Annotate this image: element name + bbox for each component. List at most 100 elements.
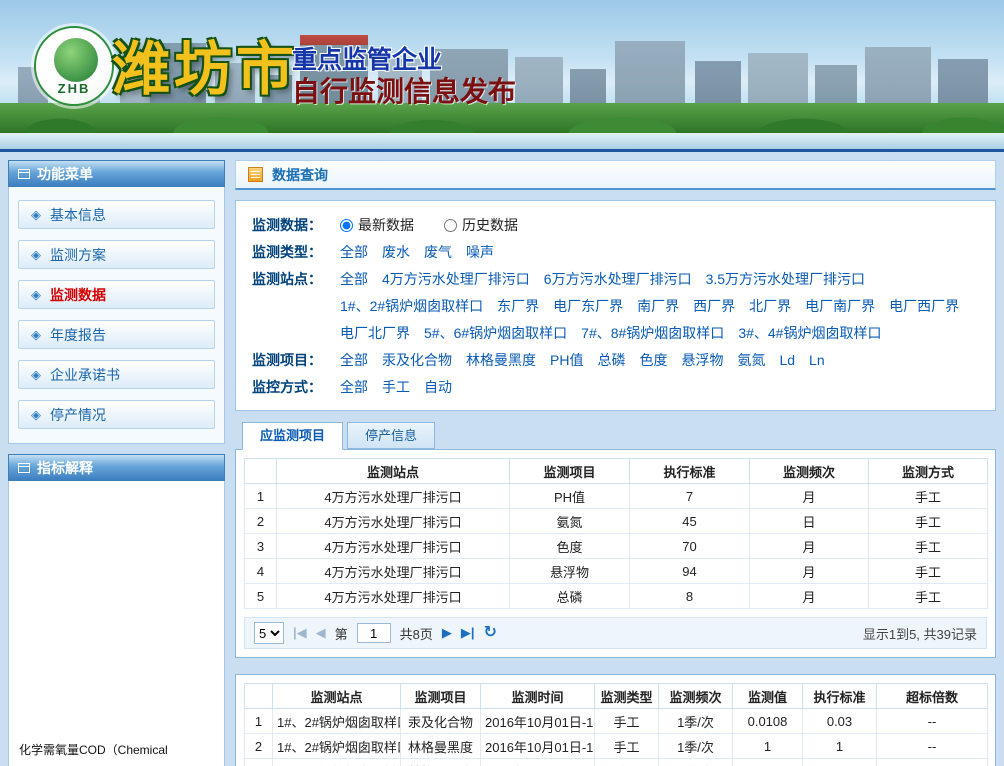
- filter-option-link[interactable]: 废水: [382, 239, 410, 266]
- filter-row-station: 监测站点： 全部4万方污水处理厂排污口6万方污水处理厂排污口3.5万方污水处理厂…: [252, 266, 979, 347]
- column-header: 执行标准: [803, 684, 877, 709]
- table-cell: --: [877, 734, 988, 759]
- radio-option[interactable]: 历史数据: [444, 212, 518, 239]
- filter-option-link[interactable]: 氨氮: [737, 347, 765, 374]
- last-page-button[interactable]: ▶|: [461, 625, 475, 641]
- table-cell: 手工: [869, 484, 988, 509]
- filter-option-link[interactable]: 手工: [382, 374, 410, 401]
- filter-option-link[interactable]: 3.5万方污水处理厂排污口: [706, 266, 865, 293]
- filter-option-link[interactable]: 6万方污水处理厂排污口: [544, 266, 692, 293]
- filter-option-link[interactable]: 3#、4#锅炉烟囱取样口: [738, 320, 881, 347]
- filter-option-link[interactable]: 南厂界: [637, 293, 679, 320]
- table-row: 21#、2#锅炉烟囱取样口林格曼黑度2016年10月01日-12手工1季/次11…: [245, 734, 988, 759]
- column-header: 执行标准: [630, 459, 750, 484]
- function-menu-header: 功能菜单: [8, 160, 225, 187]
- radio-input[interactable]: [340, 219, 353, 232]
- filter-option-link[interactable]: PH值: [550, 347, 583, 374]
- filter-option-link[interactable]: 电厂南厂界: [805, 293, 875, 320]
- sidebar-item[interactable]: ◈监测数据: [18, 280, 215, 309]
- filter-option-link[interactable]: 1#、2#锅炉烟囱取样口: [340, 293, 483, 320]
- table-row: 44万方污水处理厂排污口悬浮物94月手工: [245, 559, 988, 584]
- table-cell: 色度: [510, 534, 630, 559]
- refresh-icon[interactable]: ↻: [484, 625, 497, 641]
- monitoring-items-table: 监测站点监测项目执行标准监测频次监测方式14万方污水处理厂排污口PH值7月手工2…: [244, 458, 988, 609]
- table-cell: 手工: [869, 509, 988, 534]
- filter-option-link[interactable]: 7#、8#锅炉烟囱取样口: [581, 320, 724, 347]
- filter-option-link[interactable]: 总磷: [597, 347, 625, 374]
- filter-option-link[interactable]: Ln: [809, 347, 825, 374]
- filter-method-options: 全部手工自动: [340, 374, 979, 401]
- tab-monitoring-items[interactable]: 应监测项目: [242, 422, 343, 450]
- filter-option-link[interactable]: 废气: [424, 239, 452, 266]
- table-cell: 4万方污水处理厂排污口: [277, 484, 510, 509]
- filter-option-link[interactable]: 全部: [340, 374, 368, 401]
- filter-option-link[interactable]: 东厂界: [497, 293, 539, 320]
- first-page-button[interactable]: |◀: [293, 625, 307, 641]
- next-page-button[interactable]: ▶: [442, 625, 452, 641]
- table-cell: PH值: [510, 484, 630, 509]
- column-header: 监测站点: [273, 684, 401, 709]
- filter-option-link[interactable]: 电厂东厂界: [553, 293, 623, 320]
- filter-option-link[interactable]: 自动: [424, 374, 452, 401]
- sidebar-item[interactable]: ◈年度报告: [18, 320, 215, 349]
- table-row: 24万方污水处理厂排污口氨氮45日手工: [245, 509, 988, 534]
- table-row: 54万方污水处理厂排污口总磷8月手工: [245, 584, 988, 609]
- table-cell: 8: [630, 584, 750, 609]
- column-header: 监测值: [733, 684, 803, 709]
- table-cell: 1#、2#锅炉烟囱取样口: [273, 709, 401, 734]
- table-cell: 月: [750, 534, 869, 559]
- table-row: 14万方污水处理厂排污口PH值7月手工: [245, 484, 988, 509]
- site-banner: ZHB 潍坊市 重点监管企业 自行监测信息发布: [0, 0, 1004, 152]
- table-header-row: 监测站点监测项目执行标准监测频次监测方式: [245, 459, 988, 484]
- table-header-row: 监测站点监测项目监测时间监测类型监测频次监测值执行标准超标倍数: [245, 684, 988, 709]
- filter-option-link[interactable]: 电厂北厂界: [340, 320, 410, 347]
- page-title: 数据查询: [272, 165, 328, 185]
- sidebar-item-label: 企业承诺书: [50, 365, 120, 385]
- filter-option-link[interactable]: 汞及化合物: [382, 347, 452, 374]
- filter-option-link[interactable]: 5#、6#锅炉烟囱取样口: [424, 320, 567, 347]
- table-cell: 1: [803, 734, 877, 759]
- filter-option-link[interactable]: 色度: [639, 347, 667, 374]
- page-number-input[interactable]: [357, 623, 391, 643]
- filter-option-link[interactable]: 悬浮物: [681, 347, 723, 374]
- column-header: 监测方式: [869, 459, 988, 484]
- city-name-title: 潍坊市: [112, 22, 298, 106]
- indicator-text: 化学需氧量COD（Chemical: [19, 741, 168, 758]
- tab-shutdown-info[interactable]: 停产信息: [347, 422, 435, 449]
- page-size-select[interactable]: 5: [254, 622, 284, 644]
- table-cell: 1季/次: [659, 734, 733, 759]
- table-cell: 氨氮: [510, 509, 630, 534]
- filter-option-link[interactable]: 全部: [340, 347, 368, 374]
- sidebar-item[interactable]: ◈停产情况: [18, 400, 215, 429]
- sidebar-item[interactable]: ◈监测方案: [18, 240, 215, 269]
- filter-project-options: 全部汞及化合物林格曼黑度 PH值总磷色度悬浮物氨氮 Ld Ln: [340, 347, 979, 374]
- table-cell: 94: [630, 559, 750, 584]
- logo-text: ZHB: [36, 81, 112, 96]
- filter-option-link[interactable]: 电厂西厂界: [889, 293, 959, 320]
- sidebar-item[interactable]: ◈基本信息: [18, 200, 215, 229]
- filter-option-link[interactable]: 4万方污水处理厂排污口: [382, 266, 530, 293]
- filter-option-link[interactable]: 西厂界: [693, 293, 735, 320]
- filter-option-link[interactable]: 噪声: [466, 239, 494, 266]
- radio-option[interactable]: 最新数据: [340, 212, 414, 239]
- filter-option-link[interactable]: 全部: [340, 239, 368, 266]
- filter-option-link[interactable]: Ld: [779, 347, 795, 374]
- filter-type-options: 全部废水废气噪声: [340, 239, 979, 266]
- sidebar-item-label: 年度报告: [50, 325, 106, 345]
- pagination-bar: 5 |◀ ◀ 第 共8页 ▶ ▶| ↻ 显示1到5, 共39记录: [244, 617, 987, 649]
- filter-option-link[interactable]: 全部: [340, 266, 368, 293]
- river-decoration: [0, 133, 1004, 149]
- filter-row-type: 监测类型： 全部废水废气噪声: [252, 239, 979, 266]
- radio-input[interactable]: [444, 219, 457, 232]
- book-icon: [18, 463, 30, 473]
- sidebar-item[interactable]: ◈企业承诺书: [18, 360, 215, 389]
- sidebar-menu: ◈基本信息 ◈监测方案 ◈监测数据 ◈年度报告 ◈企业承诺书 ◈停产情况: [8, 187, 225, 444]
- table-cell: 总磷: [510, 584, 630, 609]
- prev-page-button[interactable]: ◀: [316, 625, 326, 641]
- filter-option-link[interactable]: 林格曼黑度: [466, 347, 536, 374]
- filter-option-link[interactable]: 北厂界: [749, 293, 791, 320]
- table-cell: 1: [245, 484, 277, 509]
- table-cell: 手工: [869, 534, 988, 559]
- green-globe-icon: [54, 38, 98, 82]
- table-cell: 4万方污水处理厂排污口: [277, 534, 510, 559]
